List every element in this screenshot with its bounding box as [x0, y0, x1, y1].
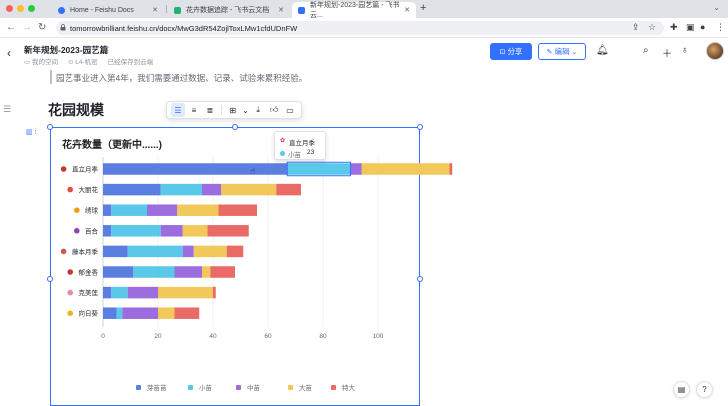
- bar-segment[interactable]: [127, 286, 158, 299]
- hand-cursor-icon: ☝︎: [250, 166, 256, 176]
- bar-segment[interactable]: [122, 307, 158, 319]
- bar-segment[interactable]: [174, 307, 200, 319]
- legend-label: 特大: [342, 383, 356, 392]
- bar-segment[interactable]: [177, 204, 219, 216]
- bar-segment[interactable]: [449, 163, 453, 175]
- bar-segment[interactable]: [103, 286, 112, 299]
- stacked-bar-chart[interactable]: 0 20 40 60 80 100 直立月季大丽花绣球百合藤本月季郁金香克美莲向日葵芽苗苗 小…: [0, 0, 728, 406]
- bar-segment[interactable]: [160, 183, 202, 196]
- lily-icon: [74, 228, 80, 234]
- y-category-label: 郁金香: [79, 268, 99, 277]
- bar-segment[interactable]: [350, 163, 362, 175]
- y-category-label: 百合: [85, 226, 99, 235]
- bar-segment[interactable]: [103, 183, 161, 196]
- bar-segment[interactable]: [103, 225, 112, 237]
- y-category-label: 直立月季: [72, 165, 99, 174]
- bar-segment[interactable]: [174, 266, 203, 278]
- bar-segment[interactable]: [158, 286, 213, 299]
- bar-segment[interactable]: [207, 225, 249, 237]
- help-icon[interactable]: ?: [696, 381, 713, 398]
- bar-segment[interactable]: [202, 183, 222, 196]
- rose-icon: [60, 166, 67, 172]
- bar-segment[interactable]: [226, 245, 244, 258]
- y-category-label: 大丽花: [79, 185, 99, 194]
- climbing-rose-icon: [60, 248, 67, 255]
- legend-swatch: [188, 385, 193, 390]
- legend-swatch: [288, 385, 293, 390]
- bar-segment[interactable]: [111, 204, 147, 216]
- x-tick-label: 60: [264, 333, 272, 340]
- bar-segment[interactable]: [133, 266, 175, 278]
- x-tick-label: 80: [319, 333, 327, 340]
- bar-segment[interactable]: [276, 183, 301, 196]
- hydrangea-icon: [74, 207, 80, 213]
- doc-info-icon[interactable]: ▤: [673, 381, 690, 398]
- legend-swatch: [136, 385, 141, 390]
- x-tick-label: 20: [154, 333, 162, 340]
- chart-tooltip: ✿ 直立月季 小苗 23: [274, 131, 326, 160]
- sunflower-icon: [67, 310, 73, 317]
- bar-segment[interactable]: [361, 163, 450, 175]
- bar-segment[interactable]: [103, 266, 134, 278]
- legend-swatch: [236, 385, 241, 390]
- bar-segment[interactable]: [182, 245, 194, 258]
- bar-segment[interactable]: [111, 225, 161, 237]
- bar-segment[interactable]: [127, 245, 183, 258]
- legend-label: 芽苗苗: [147, 383, 167, 392]
- y-category-label: 向日葵: [79, 309, 99, 318]
- legend-swatch: [331, 385, 336, 390]
- bar-segment[interactable]: [202, 266, 211, 278]
- tooltip-value: 23: [307, 149, 315, 156]
- x-tick-label: 0: [101, 333, 105, 340]
- y-category-label: 藤本月季: [72, 247, 99, 256]
- y-category-label: 绣球: [85, 206, 99, 215]
- tooltip-title: 直立月季: [289, 140, 315, 147]
- tooltip-series-label: 小苗: [288, 152, 301, 159]
- bar-segment[interactable]: [213, 286, 216, 299]
- x-tick-label: 40: [209, 333, 217, 340]
- dahlia-icon: [67, 186, 73, 193]
- bar-segment[interactable]: [158, 307, 175, 319]
- bar-segment[interactable]: [210, 266, 235, 278]
- bar-segment[interactable]: [193, 245, 227, 258]
- clematis-icon: [67, 289, 73, 296]
- bar-segment[interactable]: [218, 204, 258, 216]
- bar-segment[interactable]: [103, 307, 117, 319]
- bar-segment[interactable]: [111, 286, 128, 299]
- bar-segment[interactable]: [160, 225, 183, 237]
- tulip-icon: [67, 269, 73, 275]
- bar-segment[interactable]: [116, 307, 123, 319]
- flower-icon: ✿: [280, 138, 286, 144]
- bar-segment[interactable]: [221, 183, 277, 196]
- bar-segment[interactable]: [103, 245, 128, 258]
- legend-label: 中苗: [247, 383, 261, 392]
- bar-segment[interactable]: [103, 204, 112, 216]
- tooltip-series-marker: [280, 151, 285, 156]
- legend-label: 大苗: [299, 383, 313, 392]
- bar-segment[interactable]: [287, 163, 351, 175]
- bar-segment[interactable]: [147, 204, 178, 216]
- x-tick-label: 100: [373, 333, 384, 340]
- bar-segment[interactable]: [182, 225, 208, 237]
- legend-label: 小苗: [199, 383, 213, 392]
- y-category-label: 克美莲: [79, 288, 99, 297]
- bar-segment[interactable]: [103, 163, 288, 175]
